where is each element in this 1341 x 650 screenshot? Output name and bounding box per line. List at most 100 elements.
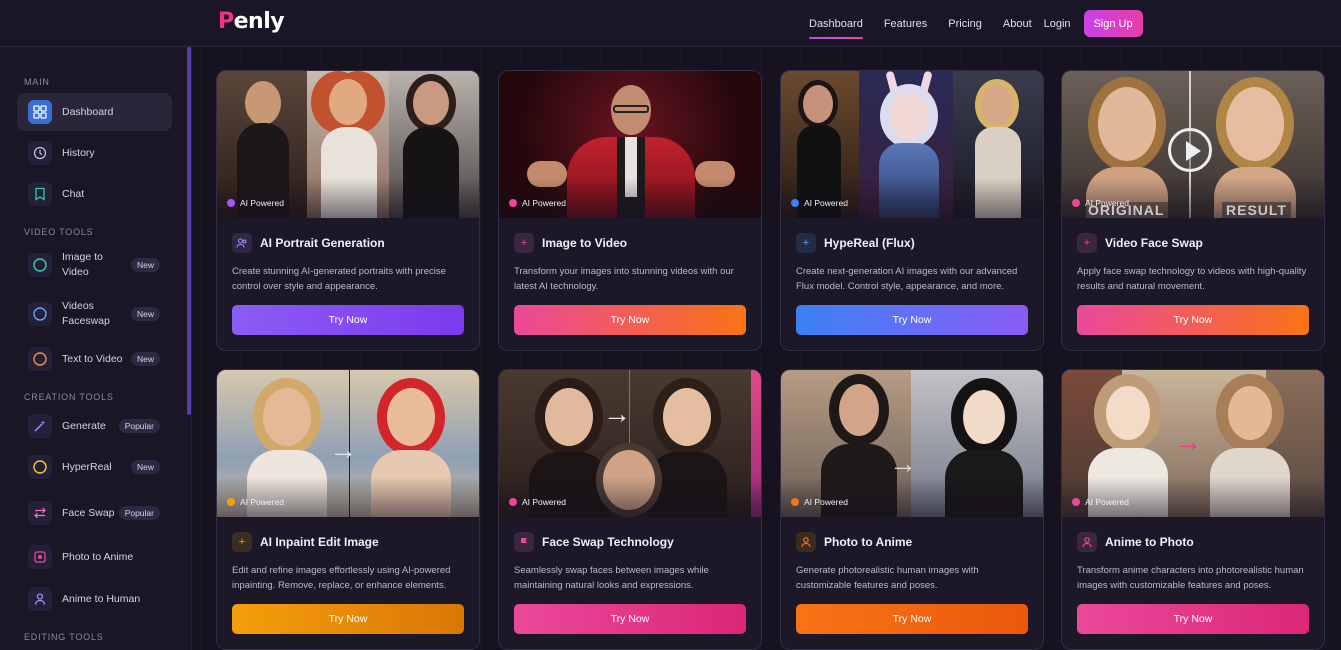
brand-logo[interactable]: Penly: [218, 9, 285, 34]
signup-button[interactable]: Sign Up: [1083, 10, 1143, 37]
sidebar-item-photo-to-anime[interactable]: Photo to Anime: [17, 538, 172, 576]
try-now-button[interactable]: Try Now: [796, 305, 1028, 335]
card-description: Seamlessly swap faces between images whi…: [514, 565, 709, 591]
nav-dashboard[interactable]: Dashboard: [809, 0, 863, 47]
card-image: [217, 71, 479, 218]
sidebar-item-label: Videos Faceswap: [62, 300, 110, 327]
sidebar-item-hyperreal[interactable]: HyperReal New: [17, 448, 172, 486]
card-description: Create stunning AI-generated portraits w…: [232, 266, 446, 292]
wand-icon: [28, 414, 52, 438]
sidebar-item-anime-to-human[interactable]: Anime to Human: [17, 580, 172, 618]
card-title: Photo to Anime: [824, 535, 913, 549]
new-badge: New: [130, 307, 160, 321]
result-label: RESULT: [1222, 202, 1291, 218]
nav-about[interactable]: About: [1003, 0, 1032, 47]
sidebar-item-dashboard[interactable]: Dashboard: [17, 93, 172, 131]
feature-card-hypereal: AI Powered + HypeReal (Flux) Create next…: [780, 70, 1044, 351]
sidebar-item-generate[interactable]: Generate Popular: [17, 407, 172, 445]
sidebar: MAIN Dashboard History Chat VIDEO TOOLS …: [0, 47, 192, 650]
sidebar-item-face-swap[interactable]: Face Swap Popular: [17, 494, 172, 532]
bookmark-icon: [28, 182, 52, 206]
try-now-button[interactable]: Try Now: [1077, 604, 1309, 634]
feature-card-inpaint: → AI Powered + AI Inpaint Edit Image Edi…: [216, 369, 480, 650]
plus-icon: +: [232, 532, 252, 552]
section-editing-tools: EDITING TOOLS: [24, 632, 104, 642]
ai-powered-badge: AI Powered: [1072, 198, 1129, 208]
ai-powered-badge: AI Powered: [227, 497, 284, 507]
card-image: →: [781, 370, 1043, 517]
section-video-tools: VIDEO TOOLS: [24, 227, 94, 237]
ai-powered-badge: AI Powered: [1072, 497, 1129, 507]
card-title: AI Portrait Generation: [260, 236, 385, 250]
sidebar-item-label: Text to Video: [62, 352, 123, 365]
try-now-button[interactable]: Try Now: [232, 604, 464, 634]
sidebar-item-label: Chat: [62, 187, 85, 200]
card-title: Face Swap Technology: [542, 535, 674, 549]
user-icon: [796, 532, 816, 552]
card-image: [781, 71, 1043, 218]
user-icon: [28, 587, 52, 611]
card-title: Anime to Photo: [1105, 535, 1194, 549]
logo-initial: P: [218, 9, 234, 34]
card-description: Edit and refine images effortlessly usin…: [232, 565, 451, 591]
card-image: [499, 71, 761, 218]
sidebar-item-label: Face Swap: [62, 506, 115, 519]
sidebar-item-label: Generate: [62, 419, 106, 432]
feature-card-face-swap: → AI Powered Face Swap Technology Seamle…: [498, 369, 762, 650]
feature-card-portrait: AI Powered AI Portrait Generation Create…: [216, 70, 480, 351]
login-link[interactable]: Login: [1044, 18, 1071, 30]
sidebar-item-label: Image to Video: [62, 251, 103, 278]
card-description: Transform your images into stunning vide…: [514, 266, 734, 292]
card-title: AI Inpaint Edit Image: [260, 535, 379, 549]
sidebar-item-history[interactable]: History: [17, 134, 172, 172]
grid-icon: [28, 100, 52, 124]
arrow-right-icon: →: [329, 434, 357, 465]
card-title: Video Face Swap: [1105, 236, 1203, 250]
nav-features[interactable]: Features: [884, 0, 927, 47]
top-navbar: Penly Dashboard Features Pricing About L…: [0, 0, 1341, 47]
card-title: HypeReal (Flux): [824, 236, 915, 250]
circle-icon: [28, 347, 52, 371]
nav-pricing[interactable]: Pricing: [948, 0, 982, 47]
ai-powered-badge: AI Powered: [227, 198, 284, 208]
new-badge: New: [130, 352, 160, 366]
feature-card-anime-to-photo: → AI Powered Anime to Photo Transform an…: [1061, 369, 1325, 650]
feature-card-image-to-video: AI Powered + Image to Video Transform yo…: [498, 70, 762, 351]
card-description: Generate photorealistic human images wit…: [796, 565, 979, 591]
section-creation-tools: CREATION TOOLS: [24, 392, 114, 402]
sidebar-item-image-to-video[interactable]: Image to Video New: [17, 246, 172, 284]
sidebar-item-chat[interactable]: Chat: [17, 175, 172, 213]
arrow-right-icon: →: [1174, 426, 1202, 457]
card-description: Create next-generation AI images with ou…: [796, 266, 1018, 292]
logo-text: enly: [233, 9, 285, 34]
try-now-button[interactable]: Try Now: [514, 305, 746, 335]
ai-powered-badge: AI Powered: [509, 497, 566, 507]
sidebar-item-label: Dashboard: [62, 105, 114, 118]
try-now-button[interactable]: Try Now: [1077, 305, 1309, 335]
sidebar-item-videos-faceswap[interactable]: Videos Faceswap New: [17, 295, 172, 333]
arrow-right-icon: →: [603, 398, 631, 429]
feature-card-video-face-swap: ORIGINAL RESULT AI Powered + Video Face …: [1061, 70, 1325, 351]
main-nav: Dashboard Features Pricing About Login S…: [800, 0, 1143, 47]
try-now-button[interactable]: Try Now: [514, 604, 746, 634]
plus-icon: +: [1077, 233, 1097, 253]
section-main: MAIN: [24, 77, 50, 87]
swap-icon: [28, 501, 52, 525]
sidebar-scrollbar[interactable]: [187, 47, 191, 415]
popular-badge: Popular: [118, 419, 160, 433]
card-title: Image to Video: [542, 236, 628, 250]
new-badge: New: [130, 258, 160, 272]
try-now-button[interactable]: Try Now: [796, 604, 1028, 634]
ai-powered-badge: AI Powered: [509, 198, 566, 208]
play-icon[interactable]: [1168, 128, 1212, 172]
circle-icon: [28, 253, 52, 277]
arrow-right-icon: →: [889, 448, 917, 479]
flag-icon: [514, 532, 534, 552]
plus-icon: +: [514, 233, 534, 253]
plus-icon: +: [796, 233, 816, 253]
card-image: →: [217, 370, 479, 517]
sidebar-item-label: Anime to Human: [62, 592, 141, 605]
sidebar-item-text-to-video[interactable]: Text to Video New: [17, 340, 172, 378]
image-icon: [28, 545, 52, 569]
try-now-button[interactable]: Try Now: [232, 305, 464, 335]
